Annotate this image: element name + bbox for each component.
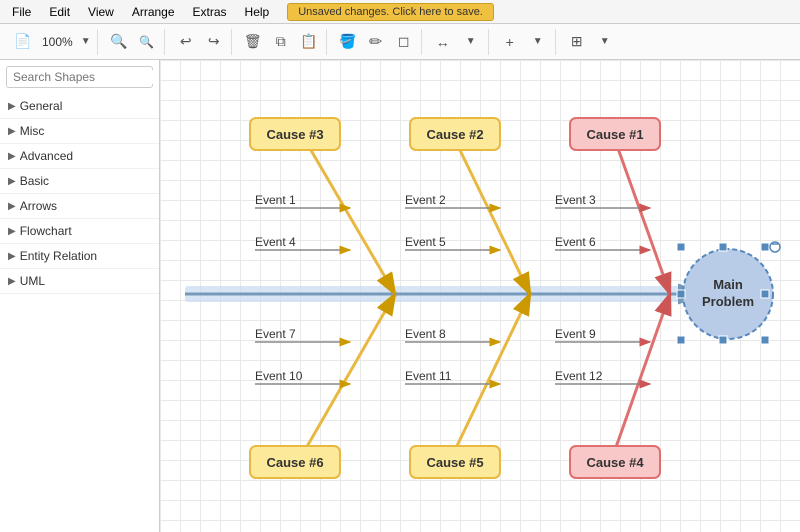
svg-text:Event 11: Event 11 [405, 369, 452, 383]
zoom-out-button[interactable]: 🔍 [134, 29, 160, 55]
sidebar-item-advanced[interactable]: ▶ Advanced [0, 144, 159, 169]
chevron-general-icon: ▶ [8, 101, 16, 112]
svg-text:Cause #3: Cause #3 [266, 127, 323, 142]
svg-text:Event 10: Event 10 [255, 369, 303, 383]
sidebar: 🔍 ▶ General ▶ Misc ▶ Advanced ▶ Basic ▶ … [0, 60, 160, 532]
svg-text:Event 7: Event 7 [255, 327, 296, 341]
sidebar-item-arrows[interactable]: ▶ Arrows [0, 194, 159, 219]
sidebar-item-uml[interactable]: ▶ UML [0, 269, 159, 294]
waypoint-button[interactable]: ↔ [430, 29, 456, 55]
delete-button[interactable]: 🗑 [240, 29, 266, 55]
canvas[interactable]: Cause #3 Cause #2 Cause #1 Cause #6 Caus… [160, 60, 800, 532]
svg-text:Cause #6: Cause #6 [266, 455, 323, 470]
menu-file[interactable]: File [4, 3, 39, 21]
menu-edit[interactable]: Edit [41, 3, 78, 21]
chevron-uml-icon: ▶ [8, 276, 16, 287]
sidebar-label-flowchart: Flowchart [20, 224, 72, 238]
svg-text:Problem: Problem [702, 294, 754, 309]
svg-text:Event 9: Event 9 [555, 327, 596, 341]
insert-button[interactable]: + [497, 29, 523, 55]
svg-text:Event 6: Event 6 [555, 235, 596, 249]
sidebar-label-uml: UML [20, 274, 45, 288]
chevron-icon[interactable]: ▼ [458, 29, 484, 55]
chevron-down-icon[interactable]: ▼ [79, 29, 93, 55]
chevron-er-icon: ▶ [8, 251, 16, 262]
undo-button[interactable]: ↩ [173, 29, 199, 55]
chevron-flowchart-icon: ▶ [8, 226, 16, 237]
table-button[interactable]: ⊞ [564, 29, 590, 55]
chevron-basic-icon: ▶ [8, 176, 16, 187]
svg-text:Event 5: Event 5 [405, 235, 446, 249]
menu-bar: File Edit View Arrange Extras Help Unsav… [0, 0, 800, 24]
menu-view[interactable]: View [80, 3, 122, 21]
chevron2-icon[interactable]: ▼ [525, 29, 551, 55]
sidebar-label-advanced: Advanced [20, 149, 73, 163]
svg-text:Event 1: Event 1 [255, 193, 296, 207]
chevron-misc-icon: ▶ [8, 126, 16, 137]
menu-help[interactable]: Help [237, 3, 278, 21]
main-area: 🔍 ▶ General ▶ Misc ▶ Advanced ▶ Basic ▶ … [0, 60, 800, 532]
sidebar-label-arrows: Arrows [20, 199, 57, 213]
menu-extras[interactable]: Extras [185, 3, 235, 21]
svg-text:Cause #2: Cause #2 [426, 127, 483, 142]
copy-button[interactable]: ⧉ [268, 29, 294, 55]
sidebar-label-general: General [20, 99, 63, 113]
svg-text:Cause #5: Cause #5 [426, 455, 483, 470]
svg-text:Cause #1: Cause #1 [586, 127, 643, 142]
sidebar-item-general[interactable]: ▶ General [0, 94, 159, 119]
sidebar-label-misc: Misc [20, 124, 45, 138]
svg-text:Event 4: Event 4 [255, 235, 296, 249]
svg-text:Event 2: Event 2 [405, 193, 446, 207]
sidebar-item-flowchart[interactable]: ▶ Flowchart [0, 219, 159, 244]
fill-button[interactable]: 🪣 [335, 29, 361, 55]
shape-button[interactable]: ◻ [391, 29, 417, 55]
line-button[interactable]: ✏ [363, 29, 389, 55]
redo-button[interactable]: ↪ [201, 29, 227, 55]
chevron-arrows-icon: ▶ [8, 201, 16, 212]
sidebar-label-er: Entity Relation [20, 249, 97, 263]
zoom-in-button[interactable]: 🔍 [106, 29, 132, 55]
svg-text:Main: Main [713, 277, 743, 292]
sidebar-label-basic: Basic [20, 174, 49, 188]
sidebar-item-misc[interactable]: ▶ Misc [0, 119, 159, 144]
search-box: 🔍 [6, 66, 153, 88]
svg-text:Cause #4: Cause #4 [586, 455, 644, 470]
toolbar: 📄 100% ▼ 🔍 🔍 ↩ ↪ 🗑 ⧉ 📋 🪣 ✏ ◻ ↔ ▼ + ▼ ⊞ ▼ [0, 24, 800, 60]
page-button[interactable]: 📄 [10, 29, 36, 55]
svg-text:Event 3: Event 3 [555, 193, 596, 207]
zoom-level: 100% [38, 35, 77, 49]
paste-button[interactable]: 📋 [296, 29, 322, 55]
svg-text:Event 12: Event 12 [555, 369, 603, 383]
sidebar-item-basic[interactable]: ▶ Basic [0, 169, 159, 194]
sidebar-item-entity-relation[interactable]: ▶ Entity Relation [0, 244, 159, 269]
svg-text:Event 8: Event 8 [405, 327, 446, 341]
menu-arrange[interactable]: Arrange [124, 3, 183, 21]
chevron3-icon[interactable]: ▼ [592, 29, 618, 55]
search-input[interactable] [13, 70, 160, 84]
chevron-advanced-icon: ▶ [8, 151, 16, 162]
save-button[interactable]: Unsaved changes. Click here to save. [287, 3, 494, 21]
